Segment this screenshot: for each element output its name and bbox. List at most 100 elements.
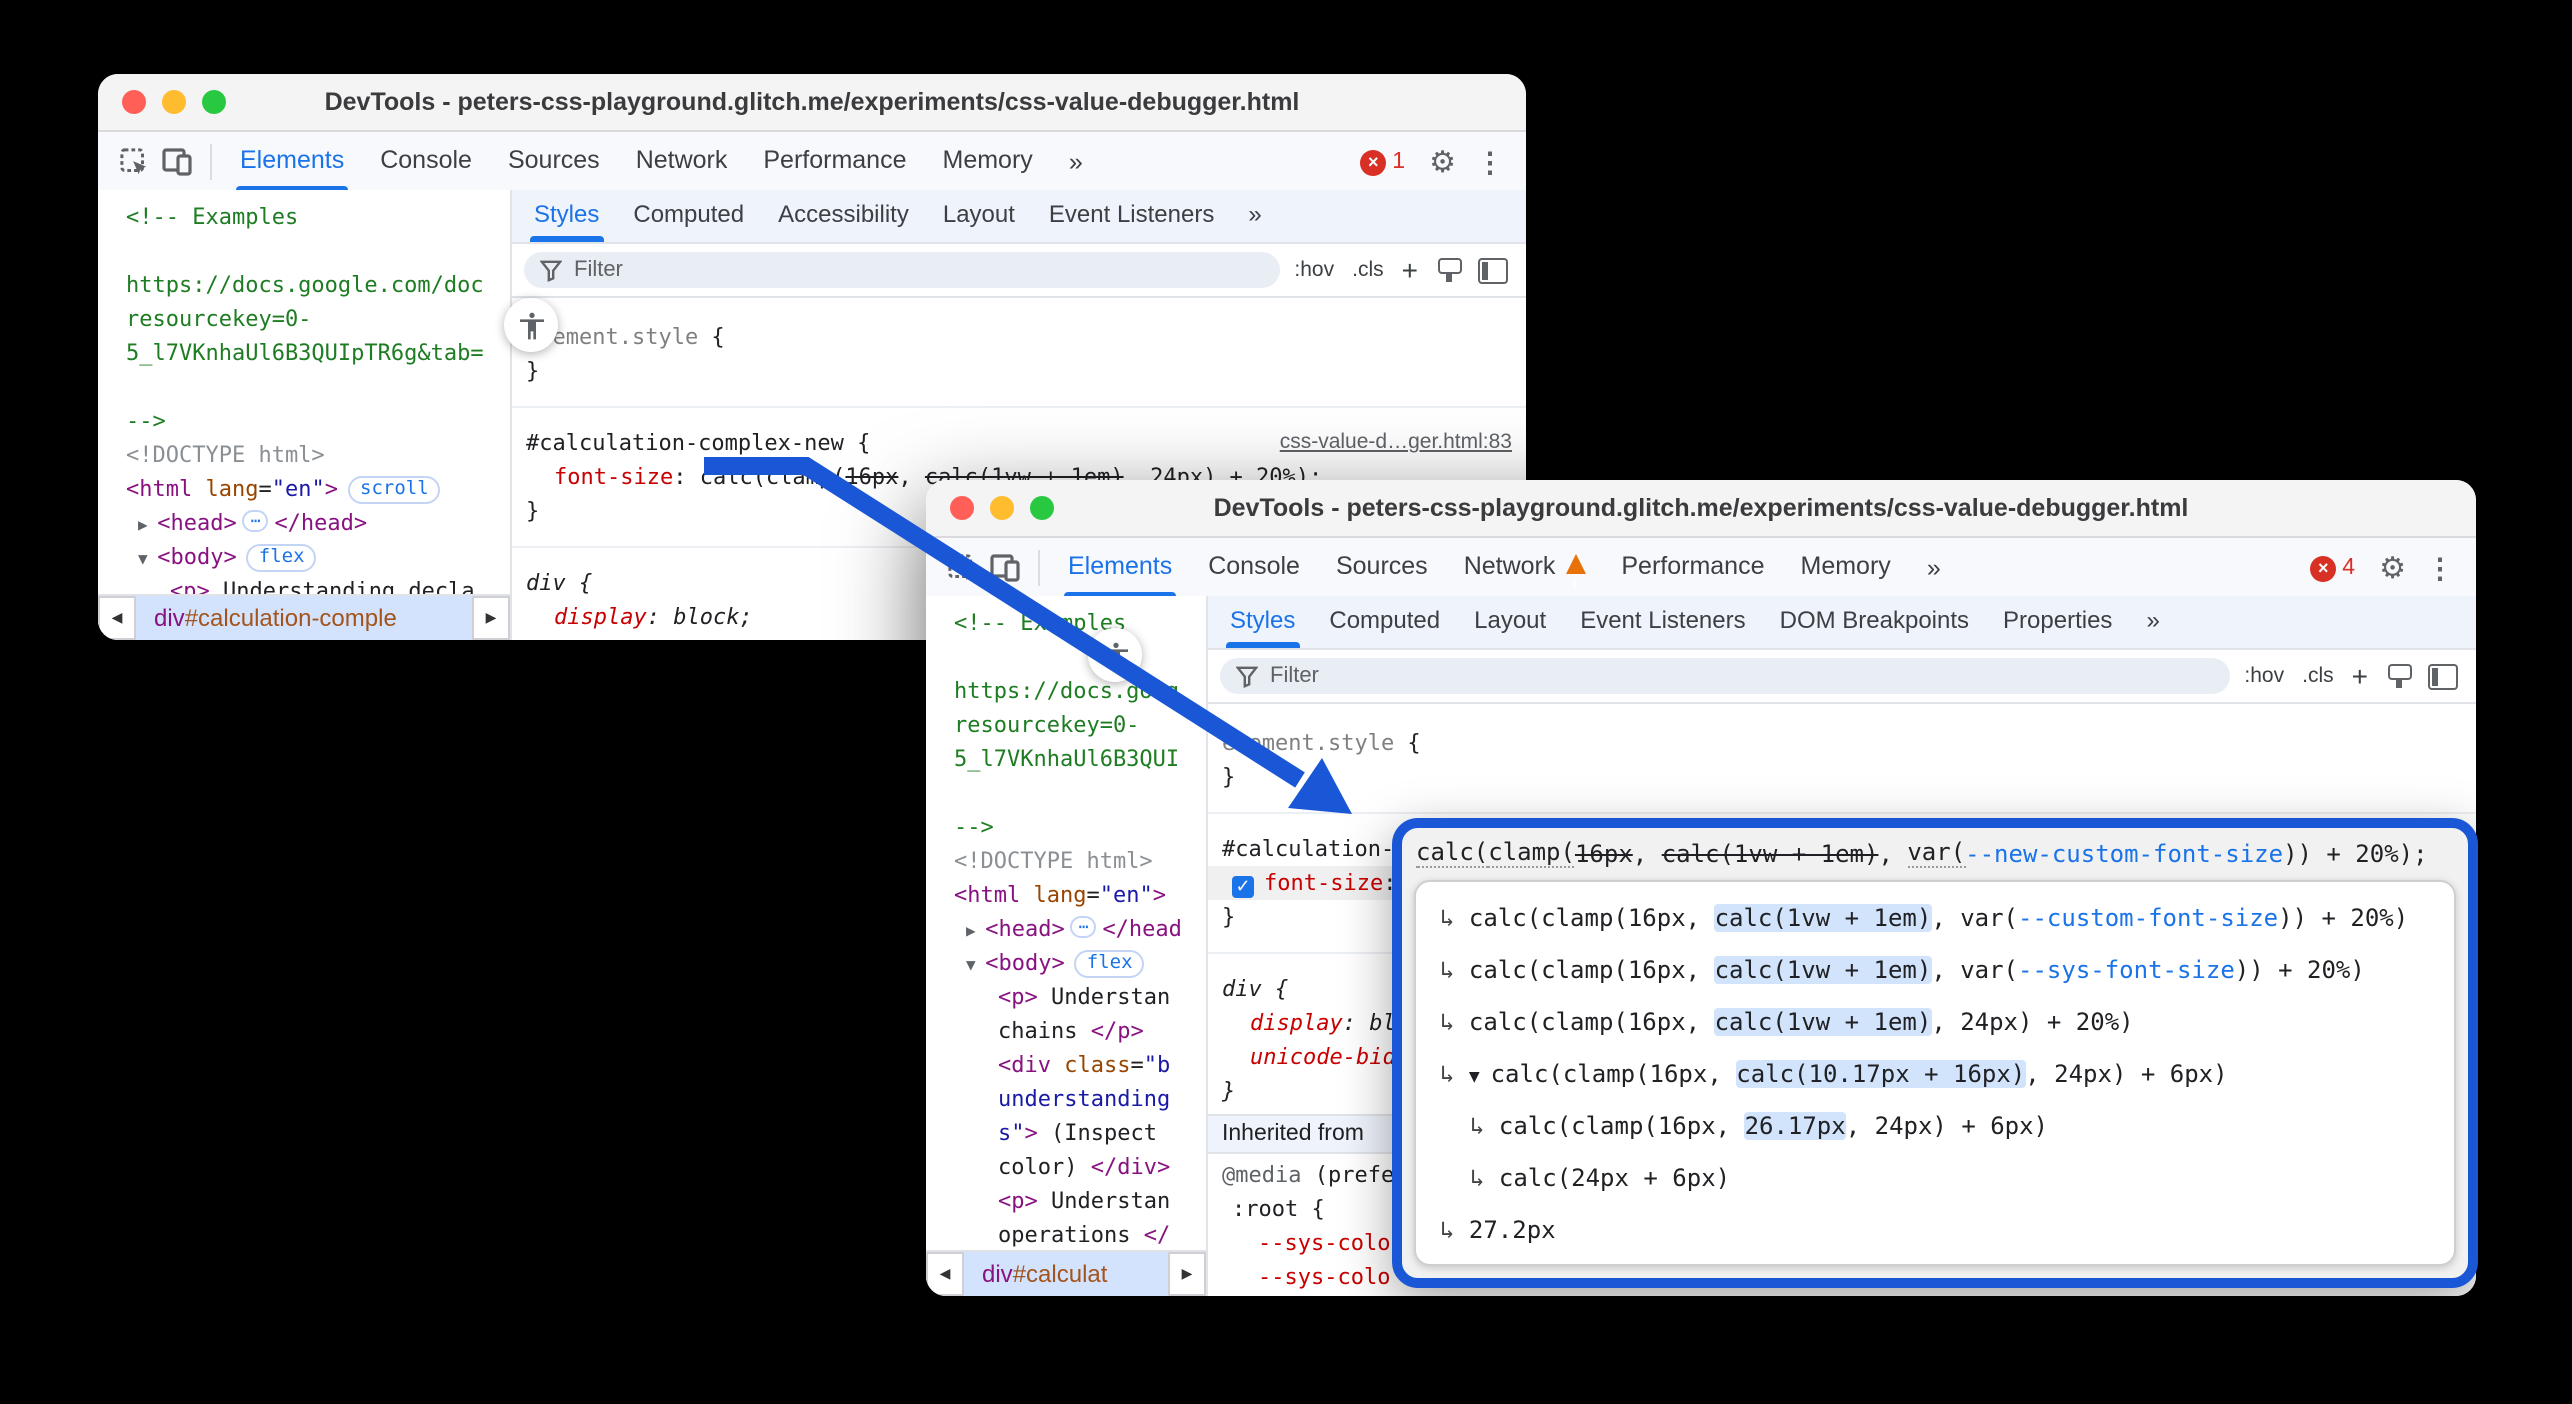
tab-layout[interactable]: Layout [1474,596,1546,648]
filter-input[interactable]: Filter [1220,658,2230,694]
filter-input[interactable]: Filter [524,252,1280,288]
popup-declaration-value[interactable]: calc(clamp(16px, calc(1vw + 1em), var(--… [1402,828,2468,878]
toggle-class-button[interactable]: .cls [1352,258,1384,282]
tab-elements[interactable]: Elements [1050,538,1190,598]
tab-event-listeners[interactable]: Event Listeners [1580,596,1745,648]
style-rule-line[interactable]: va [1208,1294,2476,1296]
toggle-hover-state-button[interactable]: :hov [2244,664,2284,688]
dom-tree-node[interactable]: ▶ <head>⋯</head [940,912,1206,946]
dom-tree-node[interactable]: <!DOCTYPE html> [112,438,510,472]
dom-tree-node[interactable]: chains </p> [940,1014,1206,1048]
dom-tree-node[interactable]: <!-- Examples [112,200,510,234]
dom-tree-node[interactable]: <div class="b [940,1048,1206,1082]
dom-tree-node[interactable]: <p> Understan [940,980,1206,1014]
dom-tree-node[interactable]: <p> Understan [940,1184,1206,1218]
rendering-brush-icon[interactable] [2386,664,2410,688]
tab-styles[interactable]: Styles [534,190,599,242]
tab-network[interactable]: Network [1446,538,1604,598]
tab-sources[interactable]: Sources [490,132,618,192]
style-rule-line[interactable]: } [1208,760,2476,794]
tab-performance[interactable]: Performance [745,132,924,192]
trace-step-line[interactable]: ↳ calc(24px + 6px) [1416,1152,2454,1204]
close-button[interactable] [950,496,974,520]
dom-tree-node[interactable]: 5_l7VKnhaUl6B3QUI [940,742,1206,776]
zoom-button[interactable] [202,90,226,114]
trace-step-line[interactable]: ↳ calc(clamp(16px, 26.17px, 24px) + 6px) [1416,1100,2454,1152]
breadcrumb-left-arrow[interactable]: ◀ [98,596,136,640]
dom-tree-node[interactable]: <!DOCTYPE html> [940,844,1206,878]
minimize-button[interactable] [162,90,186,114]
css-variable-link[interactable]: --custom-font-size [2018,904,2278,932]
dom-tree-node[interactable]: operations </ [940,1218,1206,1250]
trace-step-line[interactable]: ↳ calc(clamp(16px, calc(1vw + 1em), var(… [1416,892,2454,944]
dom-tree-node[interactable]: https://docs.goog [940,674,1206,708]
kebab-menu-icon[interactable]: ⋮ [2426,551,2454,585]
dom-tree-node[interactable]: 5_l7VKnhaUl6B3QUIpTR6g&tab= [112,336,510,370]
declaration-checkbox-checked[interactable]: ✓ [1232,876,1254,898]
more-tabs-button[interactable]: » [1051,133,1101,191]
zoom-button[interactable] [1030,496,1054,520]
breadcrumb-right-arrow[interactable]: ▶ [1168,1252,1206,1296]
trace-step-line[interactable]: ↳ calc(clamp(16px, calc(1vw + 1em), var(… [1416,944,2454,996]
evaluated-part-chip[interactable]: 26.17px [1745,1112,1846,1140]
style-rule-line[interactable]: element.style { [512,320,1526,354]
trace-step-line[interactable]: ↳ calc(clamp(16px, calc(1vw + 1em), 24px… [1416,996,2454,1048]
dom-tree-node[interactable]: --> [940,810,1206,844]
evaluated-part-chip[interactable]: calc(1vw + 1em) [1715,956,1932,984]
dom-tree-node[interactable]: <p> Understanding decla [112,574,510,594]
kebab-menu-icon[interactable]: ⋮ [1476,145,1504,179]
tab-properties[interactable]: Properties [2003,596,2112,648]
breadcrumb-left-arrow[interactable]: ◀ [926,1252,964,1296]
dom-tree-node[interactable]: https://docs.google.com/doc [112,268,510,302]
dom-tree-node[interactable]: --> [112,404,510,438]
inspect-element-icon[interactable] [940,546,984,590]
dock-side-icon[interactable] [1478,257,1508,283]
tab-performance[interactable]: Performance [1603,538,1782,598]
dom-tree-node[interactable]: resourcekey=0- [940,708,1206,742]
trace-step-line[interactable]: ↳ ▼ calc(clamp(16px, calc(10.17px + 16px… [1416,1048,2454,1100]
error-badge[interactable]: × 4 [2310,555,2355,581]
dom-tree-node[interactable]: ▶ <head>⋯</head> [112,506,510,540]
tab-memory[interactable]: Memory [1783,538,1909,598]
accessibility-icon[interactable] [1088,628,1142,682]
dom-tree-node[interactable]: <!-- Examples [940,606,1206,640]
close-button[interactable] [122,90,146,114]
rendering-brush-icon[interactable] [1436,258,1460,282]
new-style-rule-button[interactable]: + [2352,660,2368,692]
evaluated-part-chip[interactable]: calc(1vw + 1em) [1715,904,1932,932]
evaluated-part-chip[interactable]: calc(10.17px + 16px) [1736,1060,2025,1088]
dock-side-icon[interactable] [2428,663,2458,689]
dom-tree-node[interactable]: <html lang="en">scroll [112,472,510,506]
stylesheet-source-link[interactable]: css-value-d…ger.html:83 [1280,426,1512,460]
more-tabs-button[interactable]: » [2146,596,2159,648]
style-rule-line[interactable]: element.style { [1208,726,2476,760]
error-badge[interactable]: × 1 [1360,149,1405,175]
style-rule-line[interactable]: } [512,354,1526,388]
tab-network[interactable]: Network [618,132,746,192]
inspect-element-icon[interactable] [112,140,156,184]
minimize-button[interactable] [990,496,1014,520]
accessibility-icon[interactable] [504,298,558,352]
more-tabs-button[interactable]: » [1909,539,1959,597]
tab-sources[interactable]: Sources [1318,538,1446,598]
tab-console[interactable]: Console [362,132,490,192]
tab-computed[interactable]: Computed [1329,596,1440,648]
device-toolbar-icon[interactable] [984,546,1028,590]
trace-step-line[interactable]: ↳ 27.2px [1416,1204,2454,1256]
toggle-hover-state-button[interactable]: :hov [1294,258,1334,282]
new-style-rule-button[interactable]: + [1402,254,1418,286]
dom-tree-node[interactable]: s"> (Inspect [940,1116,1206,1150]
evaluated-part-chip[interactable]: calc(1vw + 1em) [1715,1008,1932,1036]
dom-tree-node[interactable]: understanding [940,1082,1206,1116]
toggle-class-button[interactable]: .cls [2302,664,2334,688]
breadcrumb-item[interactable]: div#calculation-comple [136,596,472,640]
tab-dom-breakpoints[interactable]: DOM Breakpoints [1780,596,1969,648]
more-tabs-button[interactable]: » [1248,190,1261,242]
dom-tree-node[interactable]: ▼ <body>flex [940,946,1206,980]
tab-elements[interactable]: Elements [222,132,362,192]
dom-tree-node[interactable]: <html lang="en"> [940,878,1206,912]
tab-styles[interactable]: Styles [1230,596,1295,648]
tab-console[interactable]: Console [1190,538,1318,598]
tab-layout[interactable]: Layout [943,190,1015,242]
style-rule-line[interactable]: #calculation-complex-new {css-value-d…ge… [512,426,1526,460]
